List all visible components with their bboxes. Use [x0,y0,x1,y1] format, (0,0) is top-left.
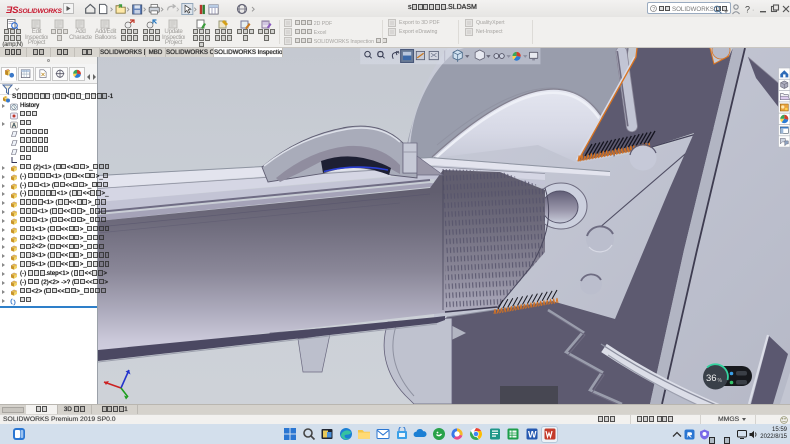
svg-text:%: % [718,378,723,384]
svg-text:·: · [752,7,754,14]
svg-text:36: 36 [706,373,717,384]
svg-text:W: W [528,430,537,440]
svg-text:?: ? [652,6,655,11]
svg-text:?: ? [745,5,750,15]
